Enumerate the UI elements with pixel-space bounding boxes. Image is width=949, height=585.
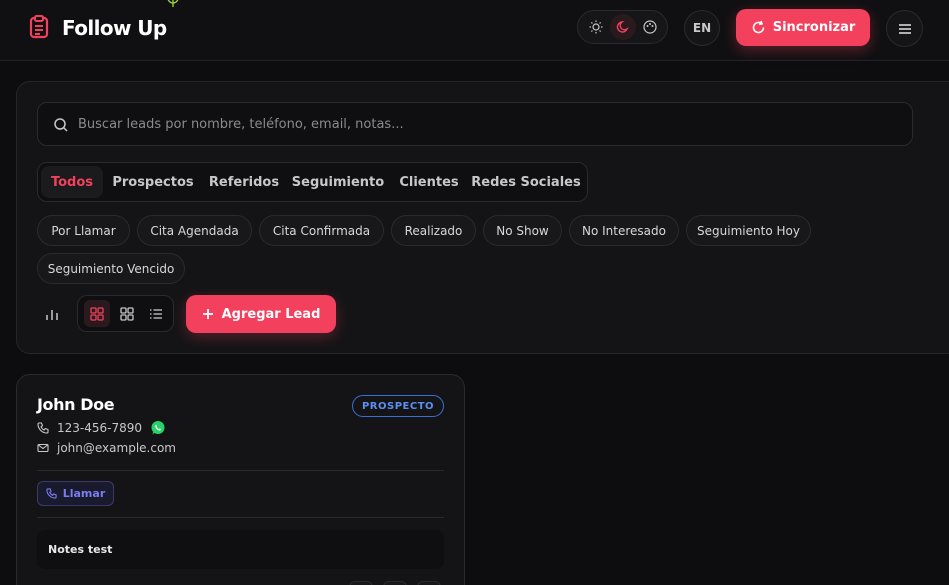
tab-clientes[interactable]: Clientes bbox=[393, 163, 465, 201]
search-box bbox=[37, 102, 913, 146]
light-theme-button[interactable] bbox=[583, 14, 609, 40]
filter-cita-agendada[interactable]: Cita Agendada bbox=[137, 215, 252, 246]
filter-realizado[interactable]: Realizado bbox=[391, 215, 476, 246]
palette-icon bbox=[643, 20, 657, 34]
mail-icon bbox=[37, 443, 49, 453]
language-button[interactable]: EN bbox=[684, 10, 720, 46]
tab-todos[interactable]: Todos bbox=[41, 163, 103, 201]
lead-phone-row: 123-456-7890 bbox=[37, 421, 142, 435]
card-action-button[interactable] bbox=[417, 581, 441, 585]
grid-view-button[interactable] bbox=[114, 300, 140, 327]
bar-chart-icon[interactable] bbox=[42, 304, 62, 324]
sync-label: Sincronizar bbox=[772, 20, 856, 35]
sparkle-icon bbox=[167, 0, 179, 7]
card-divider bbox=[37, 470, 444, 471]
search-icon bbox=[54, 118, 68, 132]
call-button[interactable]: Llamar bbox=[37, 481, 114, 506]
tab-redes-sociales[interactable]: Redes Sociales bbox=[471, 163, 581, 201]
grid-icon bbox=[120, 306, 134, 321]
lead-name: John Doe bbox=[37, 395, 115, 414]
phone-icon bbox=[37, 422, 49, 434]
add-lead-button[interactable]: Agregar Lead bbox=[186, 295, 336, 333]
tab-prospectos[interactable]: Prospectos bbox=[108, 163, 198, 201]
menu-button[interactable] bbox=[886, 10, 923, 47]
lead-phone[interactable]: 123-456-7890 bbox=[57, 421, 142, 435]
sync-button[interactable]: Sincronizar bbox=[736, 9, 870, 46]
status-badge: PROSPECTO bbox=[352, 395, 444, 417]
list-view-button[interactable] bbox=[143, 300, 169, 327]
grid-large-icon bbox=[90, 306, 104, 321]
filter-por-llamar[interactable]: Por Llamar bbox=[37, 215, 130, 246]
list-icon bbox=[150, 308, 162, 319]
hamburger-icon bbox=[898, 23, 911, 34]
search-input[interactable] bbox=[78, 103, 898, 145]
card-action-button[interactable] bbox=[383, 581, 407, 585]
filter-cita-confirmada[interactable]: Cita Confirmada bbox=[259, 215, 384, 246]
moon-icon bbox=[616, 21, 629, 33]
card-divider bbox=[37, 517, 444, 518]
plus-icon bbox=[202, 309, 213, 319]
top-bar: Follow Up EN Sincronizar bbox=[0, 0, 949, 61]
category-tabs: Todos Prospectos Referidos Seguimiento C… bbox=[37, 162, 588, 202]
whatsapp-icon[interactable] bbox=[150, 420, 166, 436]
call-label: Llamar bbox=[62, 487, 106, 500]
clipboard-icon bbox=[29, 15, 49, 39]
dark-theme-button[interactable] bbox=[610, 14, 636, 40]
tab-seguimiento[interactable]: Seguimiento bbox=[290, 163, 386, 201]
view-mode-switcher bbox=[77, 295, 174, 332]
phone-icon bbox=[46, 488, 57, 499]
add-lead-label: Agregar Lead bbox=[221, 306, 321, 322]
sun-icon bbox=[589, 20, 603, 34]
lead-email[interactable]: john@example.com bbox=[57, 441, 176, 455]
lead-email-row: john@example.com bbox=[37, 441, 176, 455]
large-grid-view-button[interactable] bbox=[84, 300, 110, 327]
filter-no-show[interactable]: No Show bbox=[483, 215, 562, 246]
palette-theme-button[interactable] bbox=[637, 14, 663, 40]
card-action-button[interactable] bbox=[349, 581, 373, 585]
lead-notes: Notes test bbox=[37, 530, 444, 569]
theme-switcher bbox=[577, 10, 668, 44]
app-title: Follow Up bbox=[62, 16, 167, 40]
filter-seguimiento-vencido[interactable]: Seguimiento Vencido bbox=[37, 253, 185, 284]
filter-seguimiento-hoy[interactable]: Seguimiento Hoy bbox=[686, 215, 811, 246]
filter-no-interesado[interactable]: No Interesado bbox=[569, 215, 679, 246]
tab-referidos[interactable]: Referidos bbox=[204, 163, 284, 201]
refresh-icon bbox=[752, 20, 765, 34]
